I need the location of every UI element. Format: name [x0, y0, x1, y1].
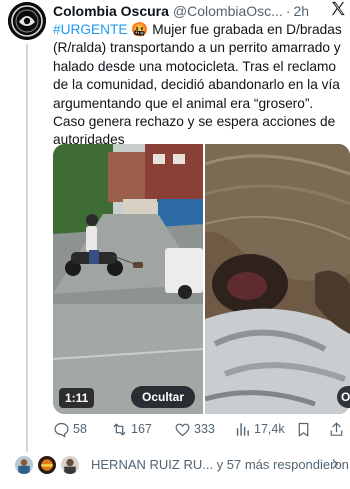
- reply-avatar-3: [59, 454, 81, 476]
- bookmark-button[interactable]: [295, 418, 312, 440]
- views-button[interactable]: 17,4k: [234, 418, 285, 440]
- hashtag-link[interactable]: #URGENTE: [53, 22, 128, 37]
- author-avatar-image: [8, 2, 46, 40]
- thread-line: [26, 44, 28, 452]
- tweet-header: Colombia Oscura @ColombiaOsc... · 2h: [53, 2, 343, 20]
- reply-icon: [54, 422, 69, 437]
- reply-avatar-3-image: [61, 456, 79, 474]
- like-button[interactable]: 333: [174, 418, 215, 440]
- video-thumbnail[interactable]: [53, 144, 203, 414]
- replies-summary-text: HERNAN RUIZ RU... y 57 más respondieron: [91, 457, 349, 472]
- views-count: 17,4k: [254, 422, 285, 436]
- video-duration-badge: 1:11: [59, 388, 95, 408]
- author-name[interactable]: Colombia Oscura: [53, 3, 169, 19]
- like-icon: [175, 423, 190, 436]
- views-icon: [236, 422, 249, 436]
- hide-media-button[interactable]: Ocultar: [131, 386, 196, 408]
- repost-count: 167: [131, 422, 152, 436]
- tweet-actions: 58 167 333 17,4k: [53, 418, 345, 440]
- share-icon: [330, 422, 343, 436]
- reply-avatar-1-image: [15, 456, 33, 474]
- replies-summary[interactable]: HERNAN RUIZ RU... y 57 más respondieron: [13, 452, 349, 478]
- bookmark-icon: [298, 422, 309, 436]
- reply-avatar-2: [36, 454, 58, 476]
- share-button[interactable]: [328, 418, 345, 440]
- reply-avatar-2-image: [38, 456, 56, 474]
- like-count: 333: [194, 422, 215, 436]
- dog-closeup-image[interactable]: [205, 144, 350, 414]
- reply-button[interactable]: 58: [53, 418, 87, 440]
- reply-count: 58: [73, 422, 87, 436]
- repost-button[interactable]: 167: [111, 418, 152, 440]
- chevron-right-icon: [332, 459, 338, 469]
- dog-photo: [205, 144, 350, 414]
- author-handle[interactable]: @ColombiaOsc...: [173, 3, 283, 19]
- street-scene-image: [53, 144, 203, 414]
- reply-avatar-1: [13, 454, 35, 476]
- repost-icon: [113, 423, 126, 435]
- tweet-time[interactable]: 2h: [294, 3, 310, 19]
- media-gallery: [53, 144, 350, 414]
- author-avatar[interactable]: [8, 2, 46, 40]
- angry-emoji: 🤬: [131, 22, 149, 37]
- x-logo-icon: [332, 1, 345, 16]
- tweet-text: #URGENTE 🤬 Mujer fue grabada en D/bradas…: [53, 21, 345, 150]
- tweet-body: Mujer fue grabada en D/bradas (R/ralda) …: [53, 22, 342, 148]
- header-separator: ·: [285, 3, 291, 19]
